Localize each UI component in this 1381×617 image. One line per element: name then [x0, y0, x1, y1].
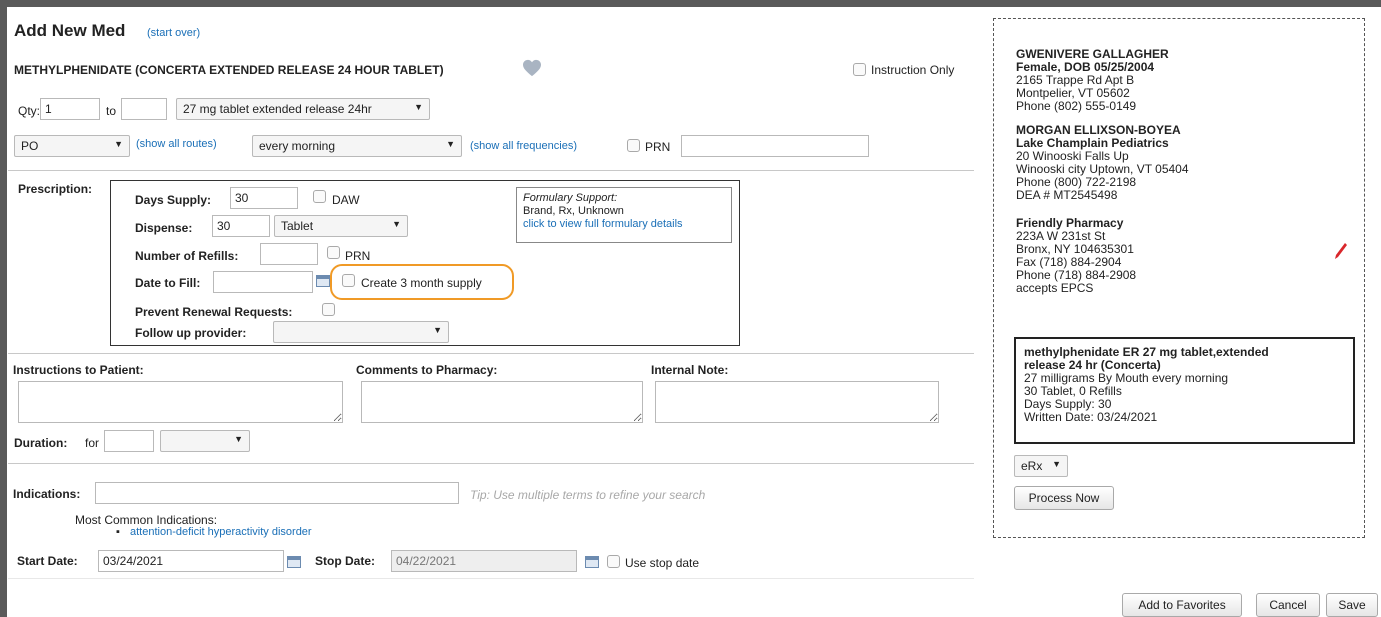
route-select[interactable]: PO ▼ — [14, 135, 130, 157]
chevron-down-icon: ▼ — [414, 102, 423, 112]
prn-reason-input[interactable] — [681, 135, 869, 157]
bullet: ▪ — [116, 526, 120, 538]
save-button[interactable]: Save — [1326, 593, 1378, 617]
prn-checkbox[interactable] — [627, 139, 640, 152]
chevron-down-icon: ▼ — [234, 434, 243, 444]
route-value: PO — [21, 139, 39, 153]
instructions-label: Instructions to Patient: — [13, 363, 144, 377]
dispense-unit-select[interactable]: Tablet ▼ — [274, 215, 408, 237]
cancel-button[interactable]: Cancel — [1256, 593, 1320, 617]
list-item: ▪ attention-deficit hyperactivity disord… — [116, 526, 312, 538]
qty-to-label: to — [106, 104, 117, 118]
formulary-box: Formulary Support: Brand, Rx, Unknown cl… — [516, 187, 732, 243]
common-indications-label: Most Common Indications: — [75, 513, 218, 527]
use-stop-date-checkbox[interactable] — [607, 555, 620, 568]
days-supply-input[interactable] — [230, 187, 298, 209]
dispense-label: Dispense: — [135, 221, 193, 235]
indication-link[interactable]: attention-deficit hyperactivity disorder — [130, 526, 312, 538]
send-method-value: eRx — [1021, 459, 1043, 473]
prevent-renewal-label: Prevent Renewal Requests: — [135, 305, 293, 319]
divider — [8, 578, 974, 579]
indications-label: Indications: — [13, 487, 81, 501]
process-now-button[interactable]: Process Now — [1014, 486, 1114, 510]
follow-up-label: Follow up provider: — [135, 326, 247, 340]
dispense-input[interactable] — [212, 215, 270, 237]
refills-prn-checkbox[interactable] — [327, 246, 340, 259]
prn-label: PRN — [645, 140, 671, 154]
stop-date-label: Stop Date: — [315, 554, 375, 568]
chevron-down-icon: ▼ — [1052, 459, 1061, 469]
chevron-down-icon: ▼ — [392, 219, 401, 229]
refills-prn-label: PRN — [345, 249, 371, 263]
prescriber-dea: DEA # MT2545498 — [1016, 188, 1118, 202]
dispense-unit-value: Tablet — [281, 219, 314, 233]
drug-name: METHYLPHENIDATE (CONCERTA EXTENDED RELEA… — [14, 63, 444, 77]
window-frame-top — [0, 0, 1381, 7]
chevron-down-icon: ▼ — [433, 325, 442, 335]
duration-label: Duration: — [14, 436, 68, 450]
indications-tip: Tip: Use multiple terms to refine your s… — [470, 488, 706, 502]
stop-date-input[interactable] — [391, 550, 577, 572]
internal-note-textarea[interactable] — [655, 381, 939, 423]
frequency-select[interactable]: every morning ▼ — [252, 135, 462, 157]
favorite-heart-icon[interactable] — [522, 59, 542, 77]
chevron-down-icon: ▼ — [114, 139, 123, 149]
send-method-select[interactable]: eRx ▼ — [1014, 455, 1068, 477]
formulary-text: Brand, Rx, Unknown — [523, 205, 624, 217]
formulary-title: Formulary Support: — [523, 192, 618, 204]
instructions-textarea[interactable] — [18, 381, 343, 423]
calendar-icon[interactable] — [585, 556, 599, 568]
calendar-icon[interactable] — [316, 275, 330, 287]
frequency-value: every morning — [259, 139, 336, 153]
divider — [8, 353, 974, 354]
edit-pencil-icon[interactable] — [1334, 242, 1348, 260]
patient-phone: Phone (802) 555-0149 — [1016, 99, 1137, 113]
page-title: Add New Med — [14, 21, 126, 40]
indications-input[interactable] — [95, 482, 459, 504]
start-date-label: Start Date: — [17, 554, 78, 568]
divider — [8, 463, 974, 464]
qty-to-input[interactable] — [121, 98, 167, 120]
chevron-down-icon: ▼ — [446, 139, 455, 149]
show-frequencies-link[interactable]: (show all frequencies) — [470, 140, 577, 152]
instruction-only-checkbox[interactable] — [853, 63, 866, 76]
add-to-favorites-button[interactable]: Add to Favorites — [1122, 593, 1242, 617]
formulary-details-link[interactable]: click to view full formulary details — [523, 218, 725, 231]
duration-for-label: for — [85, 436, 100, 450]
dose-form-value: 27 mg tablet extended release 24hr — [183, 102, 372, 116]
start-over-link[interactable]: (start over) — [147, 27, 200, 39]
comments-textarea[interactable] — [361, 381, 643, 423]
prevent-renewal-checkbox[interactable] — [322, 303, 335, 316]
medication-summary-box: methylphenidate ER 27 mg tablet,extended… — [1014, 337, 1355, 444]
daw-label: DAW — [332, 193, 360, 207]
comments-label: Comments to Pharmacy: — [356, 363, 498, 377]
refills-input[interactable] — [260, 243, 318, 265]
days-supply-label: Days Supply: — [135, 193, 212, 207]
divider — [8, 170, 974, 171]
instruction-only-label: Instruction Only — [871, 63, 955, 77]
window-frame-left — [0, 0, 7, 617]
calendar-icon[interactable] — [287, 556, 301, 568]
pharmacy-epcs: accepts EPCS — [1016, 281, 1094, 295]
use-stop-date-label: Use stop date — [625, 556, 700, 570]
dose-form-select[interactable]: 27 mg tablet extended release 24hr ▼ — [176, 98, 430, 120]
refills-label: Number of Refills: — [135, 249, 239, 263]
start-date-input[interactable] — [98, 550, 284, 572]
show-routes-link[interactable]: (show all routes) — [136, 138, 217, 150]
summary-written-date: Written Date: 03/24/2021 — [1024, 410, 1158, 424]
qty-from-input[interactable] — [40, 98, 100, 120]
prescription-label: Prescription: — [18, 182, 93, 196]
highlight-ring — [330, 264, 514, 300]
date-to-fill-label: Date to Fill: — [135, 276, 201, 290]
duration-input[interactable] — [104, 430, 154, 452]
daw-checkbox[interactable] — [313, 190, 326, 203]
internal-note-label: Internal Note: — [651, 363, 729, 377]
qty-label: Qty: — [18, 104, 41, 118]
duration-unit-select[interactable]: ▼ — [160, 430, 250, 452]
follow-up-select[interactable]: ▼ — [273, 321, 449, 343]
date-to-fill-input[interactable] — [213, 271, 313, 293]
